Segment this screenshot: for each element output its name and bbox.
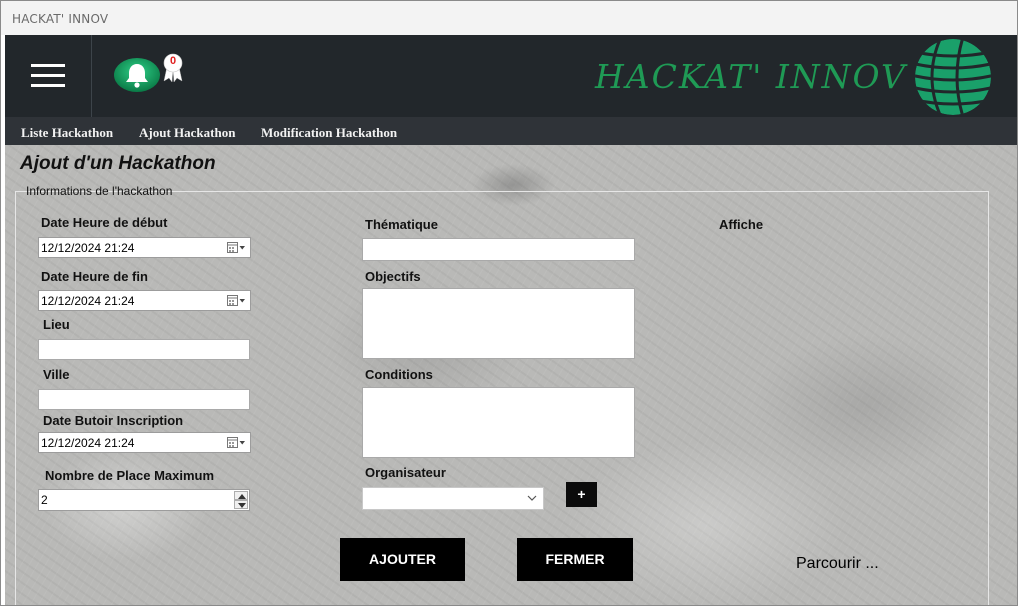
conditions-textarea[interactable] <box>362 387 635 458</box>
notification-count: 0 <box>169 55 177 67</box>
affiche-label: Affiche <box>719 217 764 232</box>
thematique-label: Thématique <box>365 217 438 232</box>
app-window: HACKAT' INNOV 0 HACKAT' INNOV Liste Hack… <box>0 0 1018 606</box>
window-title: HACKAT' INNOV <box>12 12 109 26</box>
organisateur-label: Organisateur <box>365 465 446 480</box>
thematique-input[interactable] <box>362 238 635 261</box>
menu-item-ajout-hackathon[interactable]: Ajout Hackathon <box>139 125 235 141</box>
brand-title: HACKAT' INNOV <box>595 57 907 96</box>
notifications-button[interactable]: 0 <box>113 53 183 97</box>
arrow-up-icon <box>238 494 246 499</box>
ajouter-button[interactable]: AJOUTER <box>340 538 465 581</box>
app-header: 0 HACKAT' INNOV <box>5 35 1017 117</box>
places-value: 2 <box>41 493 48 507</box>
ville-input[interactable] <box>38 389 250 410</box>
conditions-label: Conditions <box>365 367 433 382</box>
ville-label: Ville <box>43 367 70 382</box>
objectifs-textarea[interactable] <box>362 288 635 359</box>
date-debut-label: Date Heure de début <box>41 215 168 230</box>
affiche-image-area <box>717 237 977 537</box>
hamburger-icon <box>31 64 65 88</box>
calendar-dropdown-icon[interactable] <box>227 437 246 449</box>
lieu-input[interactable] <box>38 339 250 360</box>
menu-toggle-button[interactable] <box>5 35 92 117</box>
places-stepper[interactable]: 2 <box>38 489 250 511</box>
objectifs-label: Objectifs <box>365 269 421 284</box>
bell-icon <box>114 58 160 92</box>
date-fin-value: 12/12/2024 21:24 <box>41 294 135 308</box>
add-organisateur-button[interactable]: + <box>566 482 597 507</box>
date-fin-label: Date Heure de fin <box>41 269 148 284</box>
decrement-button[interactable] <box>234 500 248 509</box>
places-label: Nombre de Place Maximum <box>45 468 215 483</box>
title-bar: HACKAT' INNOV <box>1 1 1017 35</box>
chevron-down-icon <box>527 495 537 501</box>
menu-item-liste-hackathon[interactable]: Liste Hackathon <box>21 125 113 141</box>
group-label: Informations de l'hackathon <box>26 184 173 198</box>
menu-bar: Liste Hackathon Ajout Hackathon Modifica… <box>5 117 1017 145</box>
fermer-button[interactable]: FERMER <box>517 538 633 581</box>
increment-button[interactable] <box>234 491 248 500</box>
date-butoir-label: Date Butoir Inscription <box>43 413 184 428</box>
lieu-label: Lieu <box>43 317 70 332</box>
menu-item-modification-hackathon[interactable]: Modification Hackathon <box>261 125 397 141</box>
arrow-down-icon <box>238 503 246 508</box>
page-title: Ajout d'un Hackathon <box>20 153 216 174</box>
globe-logo-icon <box>915 39 991 115</box>
parcourir-button[interactable]: Parcourir ... <box>796 555 879 573</box>
organisateur-select[interactable] <box>362 487 544 510</box>
date-butoir-value: 12/12/2024 21:24 <box>41 436 135 450</box>
date-debut-picker[interactable]: 12/12/2024 21:24 <box>38 237 251 258</box>
date-butoir-picker[interactable]: 12/12/2024 21:24 <box>38 432 251 453</box>
date-debut-value: 12/12/2024 21:24 <box>41 241 135 255</box>
calendar-dropdown-icon[interactable] <box>227 242 246 254</box>
notification-badge: 0 <box>161 53 185 83</box>
form-panel: Ajout d'un Hackathon Informations de l'h… <box>5 145 1017 605</box>
date-fin-picker[interactable]: 12/12/2024 21:24 <box>38 290 251 311</box>
calendar-dropdown-icon[interactable] <box>227 295 246 307</box>
